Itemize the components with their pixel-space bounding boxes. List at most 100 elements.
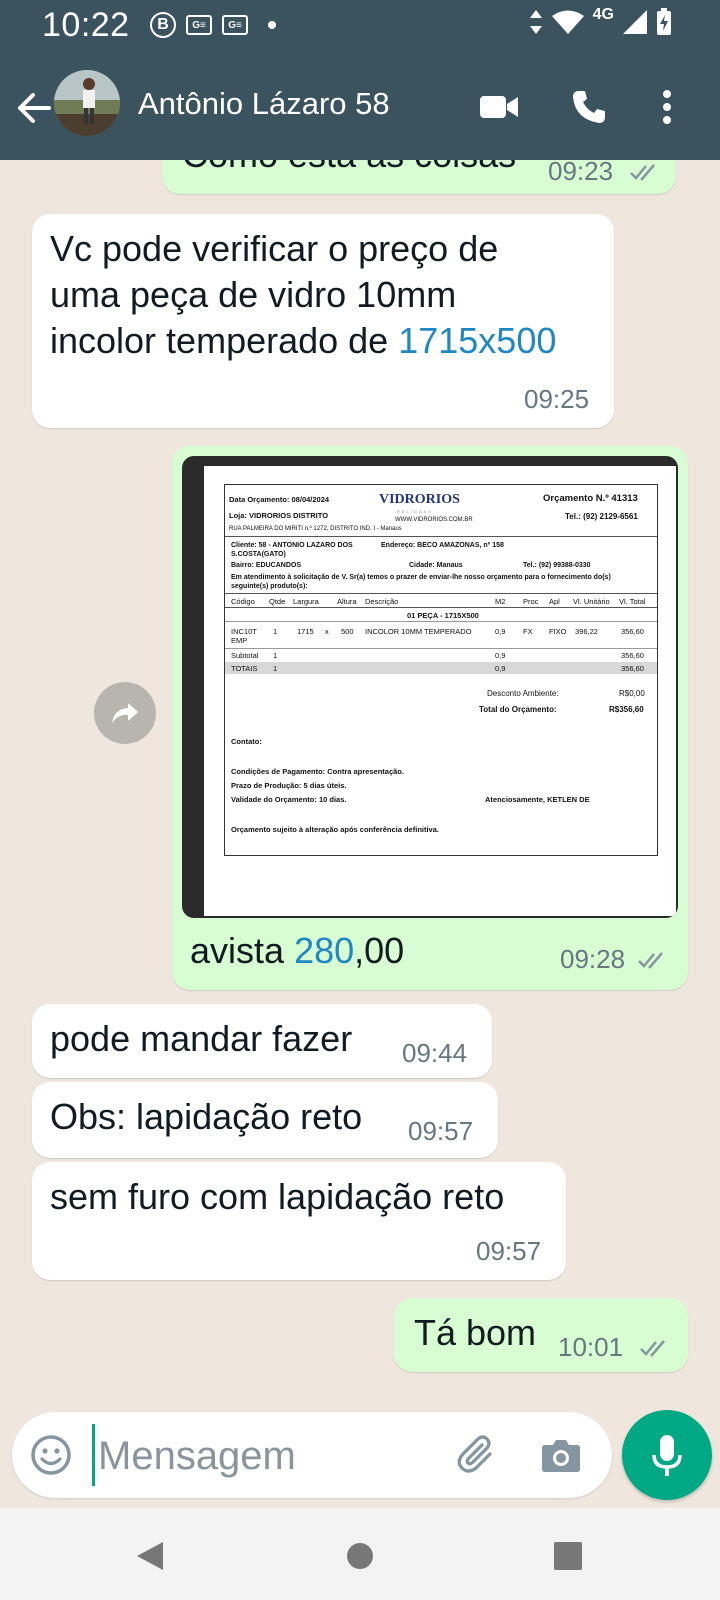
quote-validity: Validade do Orçamento: 10 dias. (231, 795, 347, 804)
nav-recents-icon (554, 1542, 582, 1570)
message-incoming[interactable]: sem furo com lapidação reto 09:57 (32, 1162, 566, 1280)
quote-neighborhood: Bairro: EDUCANDOS (231, 562, 302, 569)
back-arrow-icon (18, 93, 51, 123)
discount-label: Desconto Ambiente: (487, 689, 559, 698)
quote-client-phone: Tel.: (92) 99388-0330 (523, 562, 591, 569)
video-call-icon (480, 96, 518, 118)
message-outgoing[interactable]: Tá bom 10:01 (394, 1298, 688, 1372)
quote-document: Data Orçamento: 08/04/2024 VIDRORIOS REL… (204, 466, 676, 916)
emoji-button[interactable] (26, 1430, 76, 1480)
message-incoming[interactable]: Obs: lapidação reto 09:57 (32, 1082, 498, 1158)
message-time: 09:25 (524, 384, 590, 414)
mic-icon (652, 1435, 682, 1476)
contact-avatar[interactable] (54, 70, 120, 136)
message-link[interactable]: 1715x500 (398, 320, 556, 361)
quote-date: Data Orçamento: 08/04/2024 (229, 495, 330, 504)
quote-payment: Condições de Pagamento: Contra apresenta… (231, 767, 404, 776)
message-text: Tá bom (414, 1312, 537, 1353)
forward-icon (112, 703, 138, 723)
col-qtde: Qtde (269, 597, 286, 606)
col-codigo: Código (231, 597, 255, 606)
more-options-button[interactable] (642, 82, 692, 132)
row-total: 356,60 (621, 627, 644, 636)
chat-area[interactable]: Como está as coisas 09:23 Vc pode verifi… (0, 160, 720, 1410)
phone-call-icon (573, 91, 605, 123)
message-outgoing[interactable]: Como está as coisas 09:23 (162, 160, 676, 194)
grand-total-label: Total do Orçamento: (479, 705, 557, 714)
caption-decimals: ,00 (354, 930, 405, 971)
quote-signature: Atenciosamente, KETLEN DE (485, 795, 590, 804)
row-width: 1715 (297, 627, 314, 636)
row-qty: 1 (273, 627, 278, 636)
message-time: 09:23 (548, 160, 614, 186)
quote-city: Cidade: Manaus (409, 562, 463, 569)
quote-note: Orçamento sujeito à alteração após confe… (231, 825, 439, 834)
message-input[interactable] (98, 1426, 438, 1486)
quote-contact: Contato: (231, 737, 262, 746)
message-text: pode mandar fazer (50, 1018, 353, 1059)
network-type: 4G (592, 6, 614, 23)
forward-button[interactable] (94, 682, 156, 744)
grand-total-value: R$356,60 (609, 705, 644, 714)
nav-back-button[interactable] (128, 1534, 172, 1578)
message-time: 10:01 (558, 1332, 624, 1362)
caption-text: avista (190, 930, 285, 971)
totals-qty: 1 (273, 664, 278, 673)
message-time: 09:28 (560, 944, 626, 974)
gm-icon: G≡ (186, 15, 212, 35)
status-time: 10:22 (42, 6, 130, 44)
row-desc: INCOLOR 10MM TEMPERADO (365, 627, 472, 636)
back-button[interactable] (12, 80, 56, 136)
caption-link[interactable]: 280 (294, 930, 354, 971)
message-time: 09:44 (402, 1038, 468, 1068)
totals-label: TOTAIS (231, 664, 258, 673)
chat-header: Antônio Lázaro 58 (0, 56, 720, 160)
more-vert-icon (663, 90, 671, 124)
video-call-button[interactable] (474, 82, 524, 132)
battery-charging-icon (657, 8, 671, 35)
text-cursor (92, 1424, 95, 1486)
read-receipt-icon (638, 952, 663, 969)
quote-number: Orçamento N.º 41313 (543, 493, 638, 504)
row-apl: FIXO (549, 627, 567, 636)
avatar-photo (54, 70, 120, 136)
subtotal-qty: 1 (273, 651, 278, 660)
logo-subtitle: RELIGAAS (397, 509, 434, 514)
row-height: 500 (341, 627, 354, 636)
contact-name[interactable]: Antônio Lázaro 58 (138, 86, 390, 122)
b-badge-icon: B (150, 12, 176, 38)
subtotal-total: 356,60 (621, 651, 644, 660)
message-outgoing-image[interactable]: Data Orçamento: 08/04/2024 VIDRORIOS REL… (172, 446, 688, 990)
gm-icon: G≡ (222, 15, 248, 35)
row-unit: 396,22 (575, 627, 598, 636)
nav-recents-button[interactable] (546, 1534, 590, 1578)
attach-icon (457, 1435, 492, 1473)
message-incoming[interactable]: Vc pode verificar o preço de uma peça de… (32, 214, 614, 428)
quote-production: Prazo de Produção: 5 dias úteis. (231, 781, 347, 790)
nav-home-button[interactable] (338, 1534, 382, 1578)
message-time: 09:57 (408, 1116, 474, 1146)
camera-icon (542, 1440, 580, 1472)
message-text: sem furo com lapidação reto (50, 1176, 505, 1217)
camera-button[interactable] (536, 1430, 586, 1480)
quote-address: RUA PALMEIRA DO MIRITI n.º 1272, DISTRIT… (229, 526, 402, 532)
signal-icon (623, 10, 647, 34)
message-text: Como está as coisas (182, 160, 516, 178)
status-bar: 10:22 B G≡ G≡ 4G (0, 0, 720, 56)
nav-home-icon (347, 1543, 373, 1569)
subtotal-label: Subtotal (231, 651, 259, 660)
voice-message-button[interactable] (622, 1410, 712, 1500)
row-m2: 0,9 (495, 627, 506, 636)
image-caption: avista 280,00 (190, 928, 404, 974)
voice-call-button[interactable] (564, 82, 614, 132)
quote-image[interactable]: Data Orçamento: 08/04/2024 VIDRORIOS REL… (182, 456, 678, 918)
read-receipt-icon (630, 164, 655, 181)
row-code: INC10T EMP (231, 627, 257, 645)
message-text: Vc pode verificar o preço de uma peça de… (50, 226, 570, 364)
message-incoming[interactable]: pode mandar fazer 09:44 (32, 1004, 492, 1078)
attach-button[interactable] (452, 1430, 502, 1480)
message-composer (12, 1412, 612, 1498)
row-proc: FX (523, 627, 533, 636)
col-apl: Apl (549, 597, 560, 606)
subtotal-m2: 0,9 (495, 651, 506, 660)
